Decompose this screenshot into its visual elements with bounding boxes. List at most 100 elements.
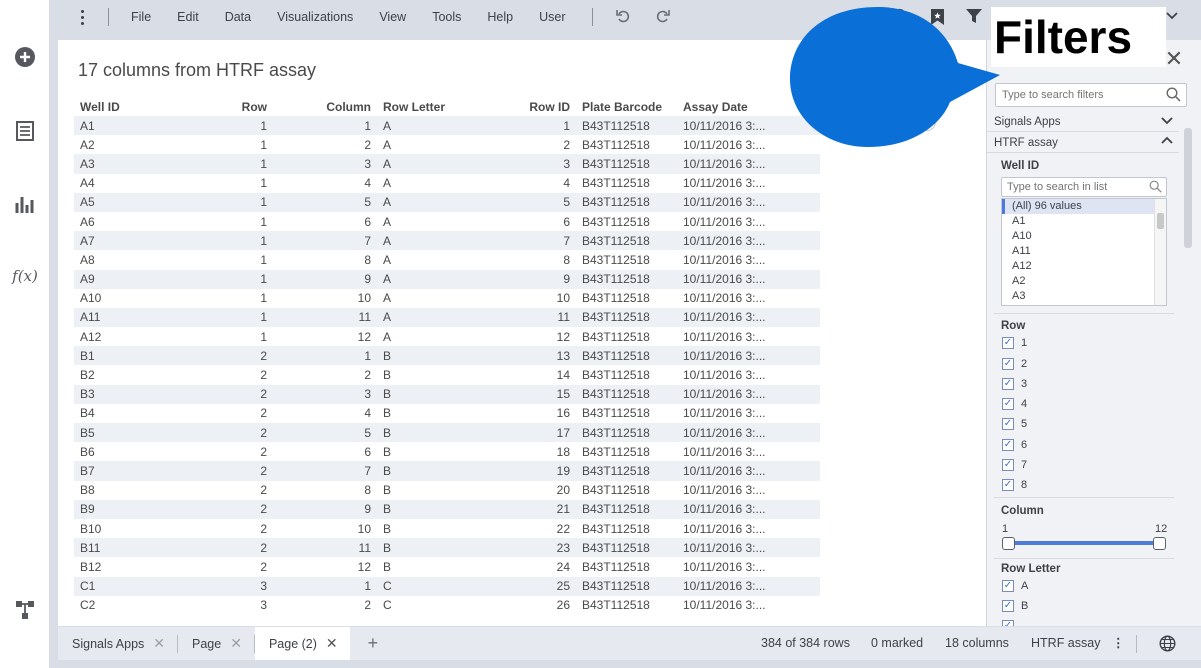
table-cell[interactable]: 1 — [174, 116, 273, 136]
table-cell[interactable]: B43T112518 — [576, 499, 677, 519]
table-cell[interactable]: B43T112518 — [576, 519, 677, 538]
checkbox[interactable]: ✓ — [1002, 358, 1014, 370]
table-cell[interactable]: B43T112518 — [576, 269, 677, 289]
table-cell[interactable]: A3 — [74, 154, 174, 174]
table-cell[interactable]: B43T112518 — [576, 212, 677, 231]
table-cell[interactable]: 9 — [273, 499, 377, 519]
checkbox-row-6[interactable]: ✓ 6 — [1002, 438, 1027, 452]
table-cell[interactable]: 2 — [174, 384, 273, 404]
table-cell[interactable]: 14 — [505, 365, 576, 384]
table-cell[interactable]: B43T112518 — [576, 596, 677, 615]
table-cell[interactable]: 2 — [174, 557, 273, 576]
column-header[interactable]: Well ID — [74, 98, 174, 116]
table-cell[interactable]: 1 — [273, 576, 377, 596]
checkbox-row-5[interactable]: ✓ 5 — [1002, 417, 1027, 431]
table-cell[interactable]: 10/11/2016 3:... — [677, 231, 820, 251]
table-row[interactable]: B5 2 5 B 17 B43T112518 10/11/2016 3:... — [74, 423, 820, 443]
tab-page-2[interactable]: Page (2) ✕ — [254, 627, 350, 660]
undo-icon[interactable] — [615, 8, 631, 27]
tab-signals-apps[interactable]: Signals Apps ✕ — [58, 627, 177, 660]
table-cell[interactable]: 20 — [505, 481, 576, 500]
checkbox-row-4[interactable]: ✓ 4 — [1002, 397, 1027, 411]
table-cell[interactable]: A — [377, 212, 505, 231]
table-cell[interactable]: A10 — [74, 289, 174, 308]
filter-search-input[interactable] — [996, 84, 1156, 106]
table-cell[interactable]: 17 — [505, 423, 576, 443]
slider-max-handle[interactable] — [1153, 537, 1166, 550]
table-row[interactable]: B2 2 2 B 14 B43T112518 10/11/2016 3:... — [74, 365, 820, 384]
list-item[interactable]: A3 — [1002, 289, 1166, 304]
table-row[interactable]: A6 1 6 A 6 B43T112518 10/11/2016 3:... — [74, 212, 820, 231]
table-cell[interactable]: 10/11/2016 3:... — [677, 499, 820, 519]
table-cell[interactable]: B3 — [74, 384, 174, 404]
list-item[interactable]: A11 — [1002, 244, 1166, 259]
table-cell[interactable]: 1 — [174, 327, 273, 346]
table-cell[interactable]: B43T112518 — [576, 404, 677, 423]
table-cell[interactable]: A1 — [74, 116, 174, 136]
menu-visualizations[interactable]: Visualizations — [277, 10, 353, 24]
table-cell[interactable]: A8 — [74, 250, 174, 269]
data-table-icon[interactable] — [13, 119, 37, 143]
list-item[interactable]: A1 — [1002, 214, 1166, 229]
table-cell[interactable]: 9 — [505, 269, 576, 289]
table-cell[interactable]: 2 — [174, 519, 273, 538]
table-cell[interactable]: B — [377, 404, 505, 423]
table-cell[interactable]: B43T112518 — [576, 135, 677, 154]
menu-file[interactable]: File — [131, 10, 151, 24]
table-cell[interactable]: 10/11/2016 3:... — [677, 538, 820, 558]
table-cell[interactable]: C1 — [74, 576, 174, 596]
table-row[interactable]: A10 1 10 A 10 B43T112518 10/11/2016 3:... — [74, 289, 820, 308]
checkbox-row-1[interactable]: ✓ 1 — [1002, 336, 1027, 350]
add-icon[interactable] — [13, 45, 37, 69]
menu-help[interactable]: Help — [487, 10, 513, 24]
table-cell[interactable]: 15 — [505, 384, 576, 404]
table-row[interactable]: B1 2 1 B 13 B43T112518 10/11/2016 3:... — [74, 346, 820, 366]
table-cell[interactable]: C2 — [74, 596, 174, 615]
table-cell[interactable]: 3 — [273, 154, 377, 174]
table-cell[interactable]: B43T112518 — [576, 557, 677, 576]
well-id-search-field[interactable] — [1001, 177, 1167, 197]
table-row[interactable]: A1 1 1 A 1 B43T112518 10/11/2016 3:... — [74, 116, 820, 136]
table-cell[interactable]: A6 — [74, 212, 174, 231]
table-cell[interactable]: 1 — [174, 135, 273, 154]
table-cell[interactable]: 10/11/2016 3:... — [677, 423, 820, 443]
table-cell[interactable]: 26 — [505, 596, 576, 615]
table-cell[interactable]: B — [377, 365, 505, 384]
table-cell[interactable]: 10/11/2016 3:... — [677, 557, 820, 576]
menu-user[interactable]: User — [539, 10, 565, 24]
table-cell[interactable]: 10 — [273, 289, 377, 308]
table-row[interactable]: B8 2 8 B 20 B43T112518 10/11/2016 3:... — [74, 481, 820, 500]
table-row[interactable]: A9 1 9 A 9 B43T112518 10/11/2016 3:... — [74, 269, 820, 289]
slider-min-handle[interactable] — [1002, 537, 1015, 550]
table-cell[interactable]: C — [377, 576, 505, 596]
table-cell[interactable]: 10/11/2016 3:... — [677, 384, 820, 404]
table-cell[interactable]: 1 — [174, 231, 273, 251]
table-cell[interactable]: 6 — [273, 442, 377, 461]
table-cell[interactable]: 10/11/2016 3:... — [677, 442, 820, 461]
globe-icon[interactable] — [1159, 635, 1176, 655]
filter-search-field[interactable] — [995, 83, 1187, 107]
table-cell[interactable]: 22 — [505, 519, 576, 538]
column-header[interactable]: Row ID — [505, 98, 576, 116]
table-cell[interactable]: 3 — [174, 596, 273, 615]
table-cell[interactable]: B43T112518 — [576, 250, 677, 269]
table-cell[interactable]: 3 — [505, 154, 576, 174]
table-cell[interactable]: B4 — [74, 404, 174, 423]
table-cell[interactable]: 1 — [174, 174, 273, 193]
table-cell[interactable]: 3 — [174, 576, 273, 596]
table-cell[interactable]: 10/11/2016 3:... — [677, 174, 820, 193]
table-cell[interactable]: 2 — [273, 596, 377, 615]
table-cell[interactable]: 10 — [505, 289, 576, 308]
table-cell[interactable]: B — [377, 384, 505, 404]
checkbox[interactable]: ✓ — [1002, 337, 1014, 349]
table-cell[interactable]: 8 — [505, 250, 576, 269]
table-row[interactable]: B12 2 12 B 24 B43T112518 10/11/2016 3:... — [74, 557, 820, 576]
table-cell[interactable]: 8 — [273, 481, 377, 500]
menu-view[interactable]: View — [379, 10, 406, 24]
close-icon[interactable]: ✕ — [1163, 48, 1185, 70]
table-cell[interactable]: A11 — [74, 307, 174, 328]
table-cell[interactable]: 8 — [273, 250, 377, 269]
table-cell[interactable]: 12 — [273, 557, 377, 576]
table-cell[interactable]: B — [377, 557, 505, 576]
table-cell[interactable]: B10 — [74, 519, 174, 538]
